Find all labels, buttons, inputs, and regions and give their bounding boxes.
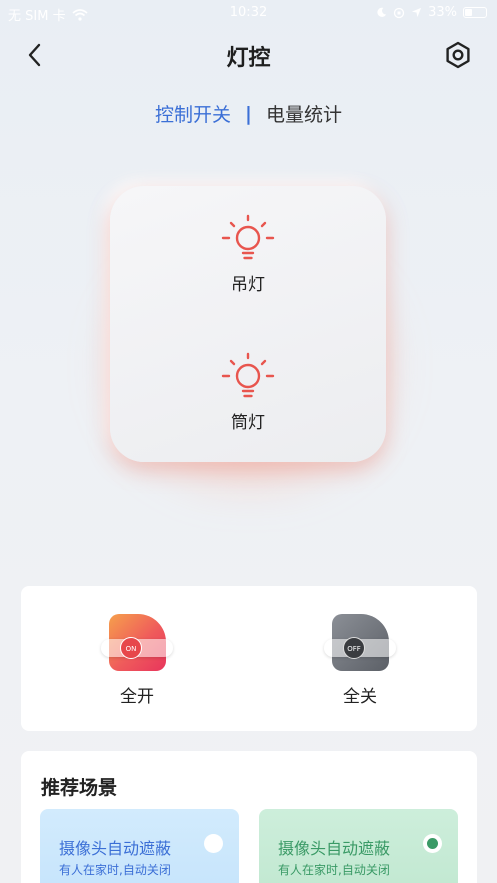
scene-radio-unselected[interactable] (204, 834, 223, 853)
scene-subtitle: 有人在家时,自动关闭 (278, 863, 390, 877)
battery-icon (463, 7, 487, 18)
master-switch-card: ON 全开 OFF 全关 (21, 586, 477, 731)
all-on-button[interactable]: ON 全开 (97, 614, 177, 707)
scene-tile-camera-mask-2[interactable]: 摄像头自动遮蔽 有人在家时,自动关闭 (259, 809, 458, 883)
light-item-pendant[interactable]: 吊灯 (110, 212, 386, 295)
light-label-downlight: 筒灯 (231, 413, 265, 433)
settings-button[interactable] (443, 40, 473, 70)
location-icon (412, 7, 422, 18)
tab-power-statistics[interactable]: 电量统计 (266, 100, 342, 127)
tab-separator: | (245, 102, 252, 125)
hexagon-settings-icon (446, 41, 470, 69)
scene-name: 摄像头自动遮蔽 (278, 839, 391, 858)
light-label-pendant: 吊灯 (231, 275, 265, 295)
tab-control-switch[interactable]: 控制开关 (155, 100, 231, 127)
scene-tile-camera-mask-1[interactable]: 摄像头自动遮蔽 有人在家时,自动关闭 (40, 809, 239, 883)
scene-name: 摄像头自动遮蔽 (59, 839, 172, 858)
bulb-icon (221, 352, 275, 398)
battery-percent: 33% (428, 5, 457, 20)
light-panel: 吊灯 筒灯 (110, 186, 386, 462)
off-knob: OFF (343, 637, 365, 659)
orientation-lock-icon (393, 7, 405, 18)
header: 灯控 (0, 30, 497, 80)
toggle-off-icon: OFF (320, 614, 400, 672)
tab-bar: 控制开关 | 电量统计 (0, 100, 497, 127)
recommended-scenes-card: 推荐场景 摄像头自动遮蔽 有人在家时,自动关闭 摄像头自动遮蔽 有人在家时,自动… (21, 751, 477, 883)
toggle-on-icon: ON (97, 614, 177, 672)
light-item-downlight[interactable]: 筒灯 (110, 350, 386, 433)
status-bar: 无 SIM 卡 10:32 33% (0, 0, 497, 26)
scenes-title: 推荐场景 (41, 777, 118, 799)
status-right: 33% (376, 5, 487, 20)
scene-subtitle: 有人在家时,自动关闭 (59, 863, 171, 877)
scene-radio-selected[interactable] (423, 834, 442, 853)
moon-icon (377, 7, 387, 17)
all-off-label: 全关 (343, 687, 377, 707)
on-knob: ON (120, 637, 142, 659)
all-off-button[interactable]: OFF 全关 (320, 614, 400, 707)
bulb-icon (221, 214, 275, 260)
all-on-label: 全开 (120, 687, 154, 707)
page-title: 灯控 (226, 46, 271, 71)
